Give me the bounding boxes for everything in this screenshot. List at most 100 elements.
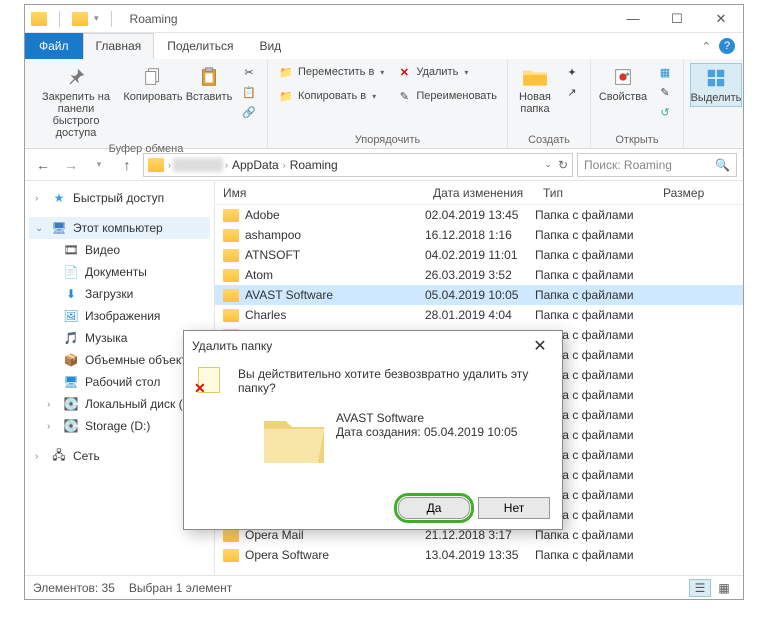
chevron-down-icon: ▾ bbox=[372, 92, 376, 101]
table-row[interactable]: Charles28.01.2019 4:04Папка с файлами bbox=[215, 305, 743, 325]
search-input[interactable]: Поиск: Roaming 🔍 bbox=[577, 153, 737, 177]
delete-confirm-dialog: Удалить папку ✕ ✕ Вы действительно хотит… bbox=[183, 330, 563, 530]
pin-quickaccess-button[interactable]: Закрепить на панели быстрого доступа bbox=[31, 63, 121, 141]
edit-icon: ✎ bbox=[657, 84, 673, 100]
expand-icon: › bbox=[47, 399, 57, 410]
newitem-icon: ✦ bbox=[564, 64, 580, 80]
paste-button[interactable]: Вставить bbox=[185, 63, 233, 105]
back-button[interactable]: ← bbox=[31, 153, 55, 177]
easyaccess-button[interactable]: ↗ bbox=[560, 83, 584, 101]
breadcrumb[interactable]: › xxxxx › AppData › Roaming ⌄↻ bbox=[143, 153, 573, 177]
file-date: 21.12.2018 3:17 bbox=[425, 528, 535, 542]
nav-quick-access[interactable]: ›★Быстрый доступ bbox=[29, 187, 210, 209]
recent-button[interactable]: ▾ bbox=[87, 153, 111, 177]
chevron-right-icon: › bbox=[283, 160, 286, 170]
history-button[interactable]: ↺ bbox=[653, 103, 677, 121]
status-selection: Выбран 1 элемент bbox=[129, 581, 232, 595]
pasteshortcut-button[interactable]: 🔗 bbox=[237, 103, 261, 121]
group-create-label: Создать bbox=[514, 132, 584, 146]
forward-button[interactable]: → bbox=[59, 153, 83, 177]
dialog-question: Вы действительно хотите безвозвратно уда… bbox=[238, 367, 548, 395]
ribbon-tabs: Файл Главная Поделиться Вид ⌃ ? bbox=[25, 33, 743, 59]
chevron-down-icon: ▾ bbox=[464, 68, 468, 77]
newitem-button[interactable]: ✦ bbox=[560, 63, 584, 81]
tab-view[interactable]: Вид bbox=[246, 33, 294, 59]
desktop-icon: 🖥 bbox=[63, 374, 79, 390]
download-icon: ⬇ bbox=[63, 286, 79, 302]
up-button[interactable]: ↑ bbox=[115, 153, 139, 177]
folder-icon bbox=[223, 529, 239, 542]
nav-this-pc[interactable]: ⌄🖥Этот компьютер bbox=[29, 217, 210, 239]
col-date[interactable]: Дата изменения bbox=[425, 186, 535, 200]
nav-videos[interactable]: 🎞Видео bbox=[29, 239, 210, 261]
file-type: Папка с файлами bbox=[535, 248, 655, 262]
separator bbox=[111, 11, 112, 27]
minimize-button[interactable]: — bbox=[611, 5, 655, 33]
select-icon bbox=[702, 66, 730, 90]
chevron-right-icon: › bbox=[225, 160, 228, 170]
copyto-button[interactable]: 📁Копировать в▾ bbox=[274, 87, 388, 105]
details-view-button[interactable]: ☰ bbox=[689, 579, 711, 597]
nav-downloads[interactable]: ⬇Загрузки bbox=[29, 283, 210, 305]
folder-icon bbox=[148, 158, 164, 172]
delete-icon: ✕ bbox=[396, 64, 412, 80]
col-size[interactable]: Размер bbox=[655, 186, 715, 200]
tab-share[interactable]: Поделиться bbox=[154, 33, 246, 59]
document-icon: 📄 bbox=[63, 264, 79, 280]
table-row[interactable]: AVAST Software05.04.2019 10:05Папка с фа… bbox=[215, 285, 743, 305]
moveto-button[interactable]: 📁Переместить в▾ bbox=[274, 63, 388, 81]
cube-icon: 📦 bbox=[63, 352, 79, 368]
table-row[interactable]: ATNSOFT04.02.2019 11:01Папка с файлами bbox=[215, 245, 743, 265]
col-name[interactable]: Имя bbox=[215, 186, 425, 200]
expand-icon: › bbox=[47, 421, 57, 432]
tab-file[interactable]: Файл bbox=[25, 33, 83, 59]
dropdown-icon[interactable]: ⌄ bbox=[544, 159, 552, 170]
table-row[interactable]: ashampoo16.12.2018 1:16Папка с файлами bbox=[215, 225, 743, 245]
collapse-icon: ⌄ bbox=[35, 223, 45, 234]
cut-button[interactable]: ✂ bbox=[237, 63, 261, 81]
help-icon[interactable]: ? bbox=[719, 38, 735, 54]
table-row[interactable]: Adobe02.04.2019 13:45Папка с файлами bbox=[215, 205, 743, 225]
breadcrumb-appdata[interactable]: AppData bbox=[230, 158, 281, 172]
folder-icon bbox=[223, 249, 239, 262]
no-button[interactable]: Нет bbox=[478, 497, 550, 519]
copypath-button[interactable]: 📋 bbox=[237, 83, 261, 101]
newfolder-button[interactable]: Новая папка bbox=[514, 63, 556, 117]
window-title: Roaming bbox=[130, 12, 178, 26]
delete-button[interactable]: ✕Удалить▾ bbox=[392, 63, 501, 81]
icons-view-button[interactable]: ▦ bbox=[713, 579, 735, 597]
column-headers[interactable]: Имя Дата изменения Тип Размер bbox=[215, 181, 743, 205]
file-name: Atom bbox=[245, 268, 273, 282]
nav-documents[interactable]: 📄Документы bbox=[29, 261, 210, 283]
folder-preview-icon bbox=[258, 409, 330, 469]
refresh-icon[interactable]: ↻ bbox=[558, 158, 568, 172]
close-button[interactable]: ✕ bbox=[699, 5, 743, 33]
yes-button[interactable]: Да bbox=[398, 497, 470, 519]
address-bar: ← → ▾ ↑ › xxxxx › AppData › Roaming ⌄↻ П… bbox=[25, 149, 743, 181]
breadcrumb-user[interactable]: xxxxx bbox=[173, 158, 223, 172]
table-row[interactable]: Atom26.03.2019 3:52Папка с файлами bbox=[215, 265, 743, 285]
dialog-item-date: Дата создания: 05.04.2019 10:05 bbox=[336, 425, 517, 439]
breadcrumb-roaming[interactable]: Roaming bbox=[288, 158, 340, 172]
nav-pictures[interactable]: 🖼Изображения bbox=[29, 305, 210, 327]
copy-button[interactable]: Копировать bbox=[125, 63, 181, 105]
search-placeholder: Поиск: Roaming bbox=[584, 158, 672, 172]
tab-home[interactable]: Главная bbox=[83, 33, 155, 59]
dialog-close-button[interactable]: ✕ bbox=[526, 336, 554, 356]
folder-icon bbox=[31, 12, 47, 26]
maximize-button[interactable]: ☐ bbox=[655, 5, 699, 33]
dialog-item-name: AVAST Software bbox=[336, 411, 517, 425]
col-type[interactable]: Тип bbox=[535, 186, 655, 200]
file-date: 05.04.2019 10:05 bbox=[425, 288, 535, 302]
folder-icon bbox=[223, 229, 239, 242]
video-icon: 🎞 bbox=[63, 242, 79, 258]
select-button[interactable]: Выделить bbox=[690, 63, 742, 107]
open-button[interactable]: ▦ bbox=[653, 63, 677, 81]
properties-button[interactable]: Свойства bbox=[597, 63, 649, 105]
qat-dropdown-icon[interactable]: ▾ bbox=[94, 13, 99, 24]
rename-button[interactable]: ✎Переименовать bbox=[392, 87, 501, 105]
collapse-ribbon-icon[interactable]: ⌃ bbox=[702, 40, 711, 53]
table-row[interactable]: Opera Software13.04.2019 13:35Папка с фа… bbox=[215, 545, 743, 565]
open-icon: ▦ bbox=[657, 64, 673, 80]
edit-button[interactable]: ✎ bbox=[653, 83, 677, 101]
